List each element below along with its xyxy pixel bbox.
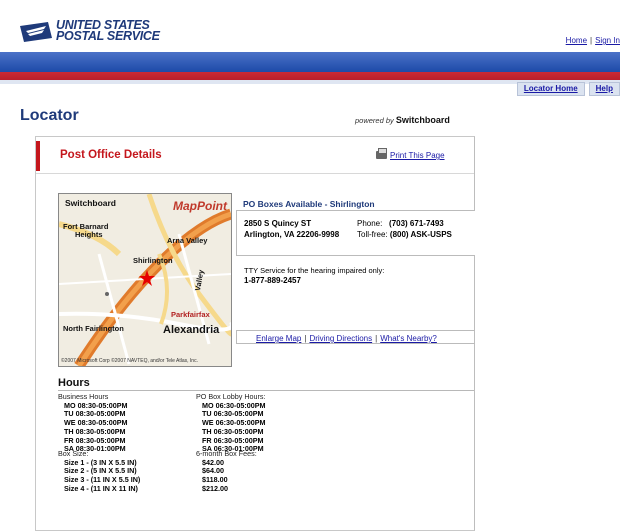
phone-value: (703) 671-7493 xyxy=(389,219,444,228)
box-size-row: Size 4 - (11 IN X 11 IN) xyxy=(64,483,138,493)
panel-accent-bar xyxy=(36,141,40,171)
business-hours: Business Hours MO 08:30-05:00PM TU 08:30… xyxy=(58,392,128,454)
map-graphic xyxy=(59,194,231,366)
usps-logo[interactable]: UNITED STATES POSTAL SERVICE xyxy=(20,19,160,48)
eagle-icon xyxy=(20,22,52,42)
address: 2850 S Quincy ST Arlington, VA 22206-999… xyxy=(244,218,339,240)
logo-line2: POSTAL SERVICE xyxy=(56,29,160,43)
map-label-arna-valley: Arna Valley xyxy=(167,236,208,245)
driving-directions-link[interactable]: Driving Directions xyxy=(309,334,372,343)
phone-label: Phone: xyxy=(357,219,383,228)
print-link[interactable]: Print This Page xyxy=(376,148,445,160)
map-links: Enlarge Map | Driving Directions | What's Ne… xyxy=(256,334,437,343)
lobby-hours: PO Box Lobby Hours: MO 06:30-05:00PM TU … xyxy=(196,392,266,454)
sign-in-link[interactable]: Sign In xyxy=(595,36,620,45)
tty-info: TTY Service for the hearing impaired onl… xyxy=(244,266,384,286)
printer-icon xyxy=(376,148,387,159)
hours-divider xyxy=(58,390,474,391)
map-label-alexandria: Alexandria xyxy=(163,324,220,336)
address-line2: Arlington, VA 22206-9998 xyxy=(244,230,340,239)
subnav: Locator Home Help xyxy=(513,82,620,96)
location-map[interactable]: Switchboard MapPoint Fort Barnard Height… xyxy=(58,193,232,367)
powered-by: powered by Switchboard xyxy=(355,115,450,125)
home-link[interactable]: Home xyxy=(566,36,587,45)
logo-text: UNITED STATES POSTAL SERVICE xyxy=(56,19,160,43)
details-title: Post Office Details xyxy=(60,149,162,161)
tty-number: 1-877-889-2457 xyxy=(244,276,301,285)
box-fees: 6-month Box Fees: $42.00 $64.00 $118.00 … xyxy=(196,449,257,494)
box-fee-row: $212.00 xyxy=(202,483,228,493)
enlarge-map-link[interactable]: Enlarge Map xyxy=(256,334,301,343)
post-office-name: PO Boxes Available - Shirlington xyxy=(243,199,375,209)
tollfree-label: Toll-free: xyxy=(357,230,388,239)
map-label-north-fairlington: North Fairlington xyxy=(63,324,124,333)
phone-numbers: Phone: (703) 671-7493 Toll-free: (800) A… xyxy=(357,218,452,240)
header-band-red xyxy=(0,72,620,80)
map-label-parkfairfax: Parkfairfax xyxy=(171,310,210,319)
top-links: Home | Sign In xyxy=(566,36,620,45)
powered-by-brand: Switchboard xyxy=(395,115,450,125)
separator: | xyxy=(375,334,378,343)
separator: | xyxy=(590,36,593,45)
tty-text: TTY Service for the hearing impaired onl… xyxy=(244,266,385,275)
header-band-blue xyxy=(0,52,620,72)
whats-nearby-link[interactable]: What's Nearby? xyxy=(380,334,437,343)
locator-home-tab[interactable]: Locator Home xyxy=(516,82,585,96)
box-sizes: Box Size: Size 1 - (3 IN X 5.5 IN) Size … xyxy=(58,449,140,494)
page-title: Locator xyxy=(20,107,79,124)
hours-title: Hours xyxy=(58,377,90,389)
map-label-heights: Heights xyxy=(75,230,103,239)
map-copyright: ©2007 Microsoft Corp ©2007 NAVTEQ, and/o… xyxy=(61,358,198,364)
address-line1: 2850 S Quincy ST xyxy=(244,219,312,228)
print-link-text[interactable]: Print This Page xyxy=(390,151,445,160)
tollfree-value: (800) ASK-USPS xyxy=(389,230,452,239)
help-tab[interactable]: Help xyxy=(588,82,620,96)
map-label-shirlington: Shirlington xyxy=(133,256,173,265)
map-brand: Switchboard xyxy=(65,198,117,208)
powered-by-text: powered by xyxy=(355,116,394,125)
mappoint-logo: MapPoint xyxy=(173,199,227,213)
